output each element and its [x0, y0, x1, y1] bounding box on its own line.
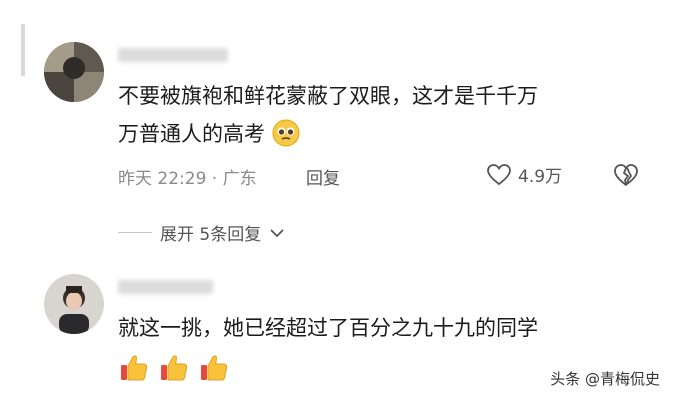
username-blurred	[118, 48, 228, 62]
comment-meta-time-location: 昨天 22:29 · 广东	[118, 169, 257, 189]
comment-text: 万普通人的高考	[118, 116, 300, 152]
thumbs-up-icon	[121, 355, 148, 381]
expand-replies-button[interactable]: 展开 5条回复	[118, 220, 285, 245]
dislike-button[interactable]	[612, 162, 640, 192]
scroll-edge	[21, 24, 25, 76]
comment-text: 就这一挑，她已经超过了百分之九十九的同学	[118, 316, 538, 340]
username-blurred	[118, 280, 213, 294]
divider	[118, 232, 152, 233]
heart-icon	[487, 163, 511, 185]
chevron-down-icon	[270, 228, 284, 237]
like-count: 4.9万	[518, 167, 563, 187]
watermark: 头条 @青梅侃史	[546, 368, 664, 389]
like-button[interactable]: 4.9万	[486, 162, 562, 187]
broken-heart-icon	[614, 164, 638, 186]
avatar[interactable]	[44, 42, 104, 102]
thumbs-up-icon	[161, 355, 188, 381]
pleading-face-emoji-icon	[272, 119, 300, 147]
emoji-row	[118, 352, 230, 384]
reply-button[interactable]: 回复	[306, 164, 340, 189]
comment-text: 不要被旗袍和鲜花蒙蔽了双眼，这才是千千万	[118, 84, 538, 108]
thumbs-up-icon	[201, 355, 228, 381]
avatar[interactable]	[44, 274, 104, 334]
expand-replies-label: 展开 5条回复	[160, 225, 262, 245]
